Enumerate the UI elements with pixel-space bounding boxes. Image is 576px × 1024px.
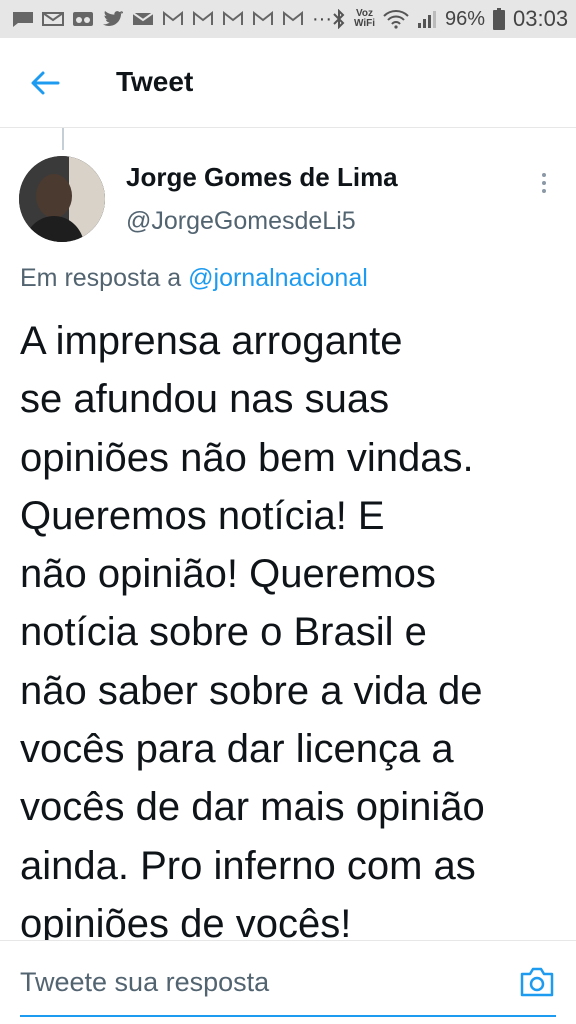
gmail-icon bbox=[223, 11, 243, 25]
signal-icon bbox=[418, 11, 436, 28]
avatar-image bbox=[19, 156, 105, 242]
gmail-icon bbox=[253, 11, 273, 25]
gmail-icon bbox=[42, 12, 64, 26]
gmail-icon bbox=[283, 11, 303, 25]
gmail-icon bbox=[193, 11, 213, 25]
reply-context: Em resposta a @jornalnacional bbox=[20, 264, 368, 293]
author-handle[interactable]: @JorgeGomesdeLi5 bbox=[126, 207, 356, 236]
system-icons: Voz WiFi 96% 03:03 bbox=[332, 6, 568, 32]
reply-input[interactable]: Tweete sua resposta bbox=[20, 967, 269, 998]
battery-percentage: 96% bbox=[445, 7, 486, 30]
voicemail-icon bbox=[73, 12, 93, 26]
status-bar: ··· Voz WiFi 96% 03:03 bbox=[0, 0, 576, 38]
gmail-icon bbox=[163, 11, 183, 25]
bluetooth-icon bbox=[333, 9, 345, 29]
wifi-icon bbox=[383, 10, 409, 29]
reply-context-prefix: Em resposta a bbox=[20, 264, 189, 292]
voz-wifi-indicator: Voz WiFi bbox=[353, 8, 375, 29]
avatar[interactable] bbox=[19, 156, 105, 242]
battery-icon bbox=[493, 8, 506, 30]
notification-icons: ··· bbox=[12, 8, 332, 31]
more-notifications-indicator: ··· bbox=[312, 7, 332, 30]
page-title: Tweet bbox=[116, 66, 194, 97]
reply-mention-link[interactable]: @jornalnacional bbox=[188, 264, 368, 292]
back-arrow-icon[interactable] bbox=[28, 68, 62, 98]
thread-connector-line bbox=[62, 128, 64, 150]
camera-icon[interactable] bbox=[518, 965, 556, 999]
tweet-text: A imprensa arrogante se afundou nas suas… bbox=[20, 319, 485, 946]
top-app-bar: Tweet bbox=[0, 38, 576, 128]
author-name[interactable]: Jorge Gomes de Lima bbox=[126, 162, 398, 193]
reply-composer: Tweete sua resposta bbox=[0, 940, 576, 1024]
message-icon bbox=[13, 12, 33, 27]
more-options-icon[interactable] bbox=[532, 168, 556, 198]
clock: 03:03 bbox=[513, 6, 569, 31]
mail-icon bbox=[132, 12, 154, 25]
twitter-icon bbox=[103, 11, 123, 26]
reply-input-underline bbox=[20, 1015, 556, 1017]
